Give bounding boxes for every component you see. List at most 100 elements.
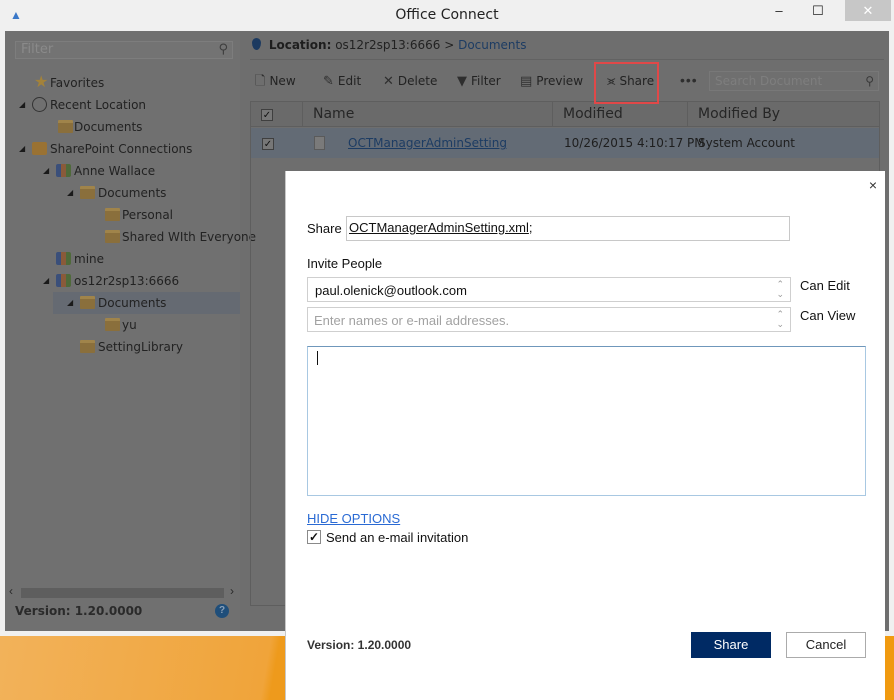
tree-item-label: Favorites: [50, 76, 105, 90]
send-email-checkbox[interactable]: ✓: [307, 530, 321, 544]
breadcrumb-separator: >: [444, 38, 455, 52]
breadcrumb: Location: os12r2sp13:6666 > Documents: [252, 38, 527, 52]
column-header-modified-by[interactable]: Modified By: [688, 102, 881, 127]
title-bar: ▲ Office Connect – ☐ ✕: [0, 0, 894, 31]
select-all-checkbox[interactable]: ✓: [261, 109, 273, 121]
tree-item-label: yu: [122, 318, 137, 332]
new-label: New: [269, 74, 296, 88]
tree-item-label: Documents: [98, 186, 167, 200]
filter-placeholder: Filter: [21, 42, 54, 57]
divider: [250, 59, 884, 60]
sidebar-version: Version: 1.20.0000: [15, 604, 143, 618]
more-options-button[interactable]: •••: [680, 67, 698, 93]
cancel-button[interactable]: Cancel: [786, 632, 866, 658]
maximize-button[interactable]: ☐: [795, 0, 841, 21]
filter-input[interactable]: Filter ⚲: [15, 41, 233, 59]
can-view-label: Can View: [800, 308, 856, 323]
close-icon[interactable]: ×: [869, 177, 877, 193]
expand-triangle-icon[interactable]: ◢: [67, 182, 73, 204]
search-icon[interactable]: ⚲: [218, 42, 228, 58]
column-header-modified[interactable]: Modified: [553, 102, 688, 127]
search-document-input[interactable]: Search Document ⚲: [709, 71, 879, 91]
tree-item-mine[interactable]: mine: [5, 248, 240, 270]
invite-people-label: Invite People: [307, 256, 383, 271]
tree-item-label: mine: [74, 252, 105, 266]
send-email-label[interactable]: Send an e-mail invitation: [326, 530, 468, 545]
close-window-button[interactable]: ✕: [845, 0, 891, 21]
tree-item-anne-wallace[interactable]: ◢ Anne Wallace: [5, 160, 240, 182]
invite-can-view-input[interactable]: Enter names or e-mail addresses. ⌃ ⌄: [307, 307, 791, 332]
grid-header: ✓ Name Modified Modified By: [251, 102, 879, 127]
location-host: os12r2sp13:6666: [335, 38, 441, 52]
tree-item-anne-documents[interactable]: ◢ Documents: [5, 182, 240, 204]
help-icon[interactable]: ?: [215, 604, 229, 618]
horizontal-scrollbar[interactable]: ‹ ›: [9, 584, 234, 600]
expand-triangle-icon[interactable]: ◢: [43, 160, 49, 182]
tree-item-personal[interactable]: Personal: [5, 204, 240, 226]
new-document-icon: 🗋: [255, 74, 266, 89]
chevron-right-icon[interactable]: ›: [230, 584, 234, 598]
delete-label: Delete: [397, 74, 438, 88]
delete-x-icon: ✕: [383, 74, 394, 89]
share-button[interactable]: Share: [691, 632, 771, 658]
tree-item-label: SettingLibrary: [98, 340, 183, 354]
expand-triangle-icon[interactable]: ◢: [67, 292, 73, 314]
file-name-link[interactable]: OCTManagerAdminSetting: [348, 128, 507, 158]
site-icon: [56, 164, 71, 177]
edit-button[interactable]: ✎ Edit: [323, 67, 361, 95]
can-edit-label: Can Edit: [800, 278, 850, 293]
preview-label: Preview: [536, 74, 584, 88]
share-file-name[interactable]: OCTManagerAdminSetting.xml: [349, 220, 529, 235]
scroll-arrows-icon[interactable]: ⌃ ⌄: [776, 279, 784, 299]
tree-item-favorites[interactable]: ★ Favorites: [5, 72, 240, 94]
file-icon: [314, 128, 325, 158]
tree-item-label: os12r2sp13:6666: [74, 274, 180, 288]
tree-item-documents-selected[interactable]: ◢ Documents: [53, 292, 240, 314]
tree-item-label: Documents: [98, 296, 167, 310]
share-file-field[interactable]: OCTManagerAdminSetting.xml;: [346, 216, 790, 241]
new-button[interactable]: 🗋 New: [255, 67, 296, 95]
edit-label: Edit: [337, 74, 362, 88]
location-label: Location:: [268, 38, 332, 52]
filter-button[interactable]: ▼ Filter: [457, 67, 501, 95]
dialog-version: Version: 1.20.0000: [307, 638, 412, 652]
tree-item-label: Recent Location: [50, 98, 147, 112]
chevron-left-icon[interactable]: ‹: [9, 584, 13, 598]
breadcrumb-documents-link[interactable]: Documents: [458, 38, 526, 52]
hide-options-link[interactable]: HIDE OPTIONS: [307, 511, 400, 526]
share-label: Share: [307, 221, 342, 236]
preview-icon: ▤: [520, 74, 533, 89]
tree-item-yu[interactable]: yu: [5, 314, 240, 336]
edit-icon: ✎: [323, 74, 334, 89]
tree-item-shared-with-everyone[interactable]: Shared WIth Everyone: [5, 226, 256, 248]
funnel-icon: ▼: [457, 74, 467, 89]
tree-item-recent-documents[interactable]: Documents: [5, 116, 240, 138]
site-icon: [56, 274, 71, 287]
folder-icon: [80, 340, 95, 353]
tree-item-label: Documents: [74, 120, 143, 134]
select-all-cell[interactable]: ✓: [251, 102, 303, 127]
share-highlight-box: [594, 62, 659, 104]
share-file-suffix: ;: [528, 220, 533, 235]
column-header-name[interactable]: Name: [303, 102, 553, 127]
message-textarea[interactable]: [307, 346, 866, 496]
scrollbar-thumb[interactable]: [21, 588, 224, 598]
tree-item-label: SharePoint Connections: [50, 142, 193, 156]
tree-item-recent-location[interactable]: ◢ Recent Location: [5, 94, 240, 116]
tree-item-label: Shared WIth Everyone: [122, 230, 257, 244]
table-row[interactable]: ✓ OCTManagerAdminSetting 10/26/2015 4:10…: [251, 128, 879, 158]
scroll-arrows-icon[interactable]: ⌃ ⌄: [776, 309, 784, 329]
star-icon: ★: [34, 72, 49, 91]
delete-button[interactable]: ✕ Delete: [383, 67, 437, 95]
row-checkbox[interactable]: ✓: [262, 128, 274, 158]
invite-can-edit-input[interactable]: paul.olenick@outlook.com ⌃ ⌄: [307, 277, 791, 302]
expand-triangle-icon[interactable]: ◢: [19, 138, 25, 160]
tree-item-setting-library[interactable]: SettingLibrary: [5, 336, 240, 358]
preview-button[interactable]: ▤ Preview: [520, 67, 583, 95]
expand-triangle-icon[interactable]: ◢: [19, 94, 25, 116]
text-caret: [317, 351, 318, 365]
search-icon[interactable]: ⚲: [865, 72, 874, 90]
expand-triangle-icon[interactable]: ◢: [43, 270, 49, 292]
tree-item-os12r2sp13[interactable]: ◢ os12r2sp13:6666: [5, 270, 240, 292]
tree-item-sharepoint-connections[interactable]: ◢ SharePoint Connections: [5, 138, 240, 160]
